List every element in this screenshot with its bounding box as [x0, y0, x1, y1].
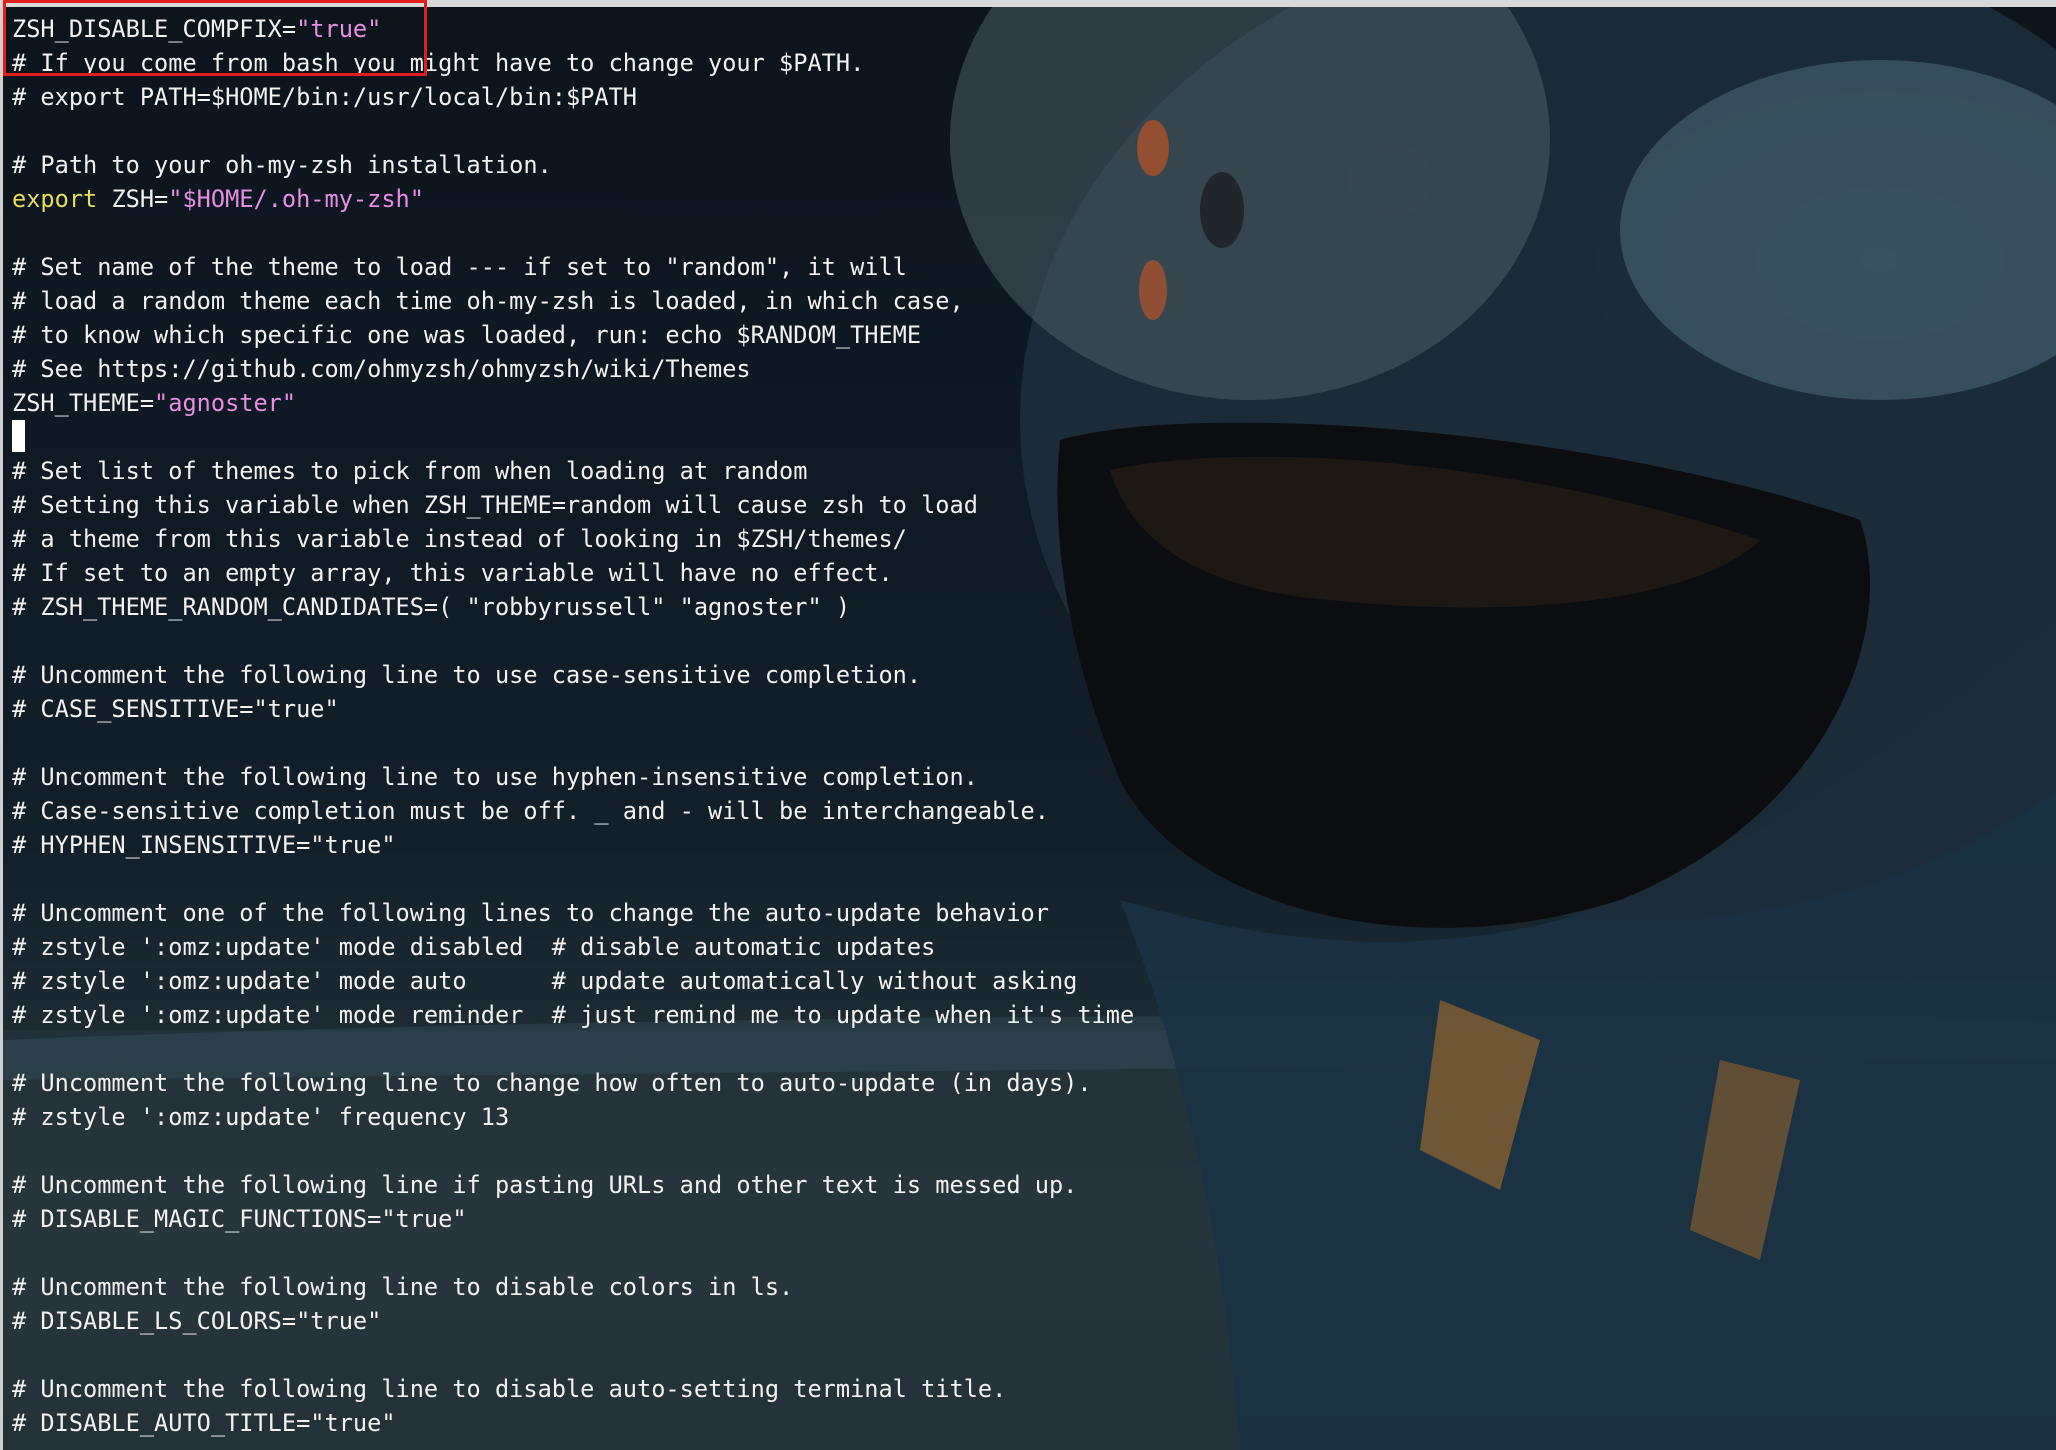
- text-token: # Set name of the theme to load --- if s…: [12, 253, 907, 281]
- editor-line[interactable]: # ZSH_THEME_RANDOM_CANDIDATES=( "robbyru…: [12, 590, 1134, 624]
- editor-line[interactable]: [12, 1236, 1134, 1270]
- text-token: # Uncomment the following line to change…: [12, 1069, 1092, 1097]
- helmet-dot-3: [1139, 260, 1167, 320]
- editor-line[interactable]: # Uncomment the following line to use hy…: [12, 760, 1134, 794]
- editor-line[interactable]: # Uncomment the following line to disabl…: [12, 1270, 1134, 1304]
- text-token: # to know which specific one was loaded,…: [12, 321, 922, 349]
- editor-line[interactable]: # Case-sensitive completion must be off.…: [12, 794, 1134, 828]
- vim-editor-buffer[interactable]: ZSH_DISABLE_COMPFIX="true" # If you come …: [12, 12, 1134, 1440]
- editor-line[interactable]: # Uncomment the following line to change…: [12, 1066, 1134, 1100]
- text-token: ZSH=: [97, 185, 169, 213]
- text-token: # DISABLE_AUTO_TITLE="true": [12, 1409, 396, 1437]
- text-token: # If you come from bash you might have t…: [12, 49, 865, 77]
- text-token: # Uncomment the following line to use ca…: [12, 661, 922, 689]
- text-token: # Uncomment one of the following lines t…: [12, 899, 1049, 927]
- editor-line[interactable]: # zstyle ':omz:update' mode disabled # d…: [12, 930, 1134, 964]
- terminal-window[interactable]: ZSH_DISABLE_COMPFIX="true" # If you come …: [0, 0, 2056, 1450]
- text-token: # ZSH_THEME_RANDOM_CANDIDATES=( "robbyru…: [12, 593, 851, 621]
- editor-line[interactable]: # Uncomment the following line to use ca…: [12, 658, 1134, 692]
- text-token: # HYPHEN_INSENSITIVE="true": [12, 831, 396, 859]
- editor-line[interactable]: # Uncomment the following line if pastin…: [12, 1168, 1134, 1202]
- editor-line[interactable]: [12, 1338, 1134, 1372]
- text-token: # Path to your oh-my-zsh installation.: [12, 151, 552, 179]
- editor-line[interactable]: [12, 624, 1134, 658]
- editor-line[interactable]: # DISABLE_LS_COLORS="true": [12, 1304, 1134, 1338]
- editor-line[interactable]: # If you come from bash you might have t…: [12, 46, 1134, 80]
- window-left-edge: [0, 7, 3, 1450]
- editor-line[interactable]: # If set to an empty array, this variabl…: [12, 556, 1134, 590]
- keyword-token: export: [12, 185, 98, 213]
- text-token: # Case-sensitive completion must be off.…: [12, 797, 1049, 825]
- editor-line[interactable]: # to know which specific one was loaded,…: [12, 318, 1134, 352]
- editor-line[interactable]: # Set name of the theme to load --- if s…: [12, 250, 1134, 284]
- editor-line[interactable]: # Path to your oh-my-zsh installation.: [12, 148, 1134, 182]
- editor-line[interactable]: # HYPHEN_INSENSITIVE="true": [12, 828, 1134, 862]
- editor-line[interactable]: # load a random theme each time oh-my-zs…: [12, 284, 1134, 318]
- editor-line[interactable]: [12, 216, 1134, 250]
- editor-line[interactable]: [12, 1134, 1134, 1168]
- window-top-edge: [0, 0, 2056, 7]
- text-cursor: [12, 420, 25, 452]
- text-token: # Uncomment the following line to disabl…: [12, 1375, 1007, 1403]
- editor-line[interactable]: # See https://github.com/ohmyzsh/ohmyzsh…: [12, 352, 1134, 386]
- text-token: # Uncomment the following line to use hy…: [12, 763, 978, 791]
- editor-line[interactable]: [12, 726, 1134, 760]
- editor-line[interactable]: # Set list of themes to pick from when l…: [12, 454, 1134, 488]
- text-token: # export PATH=$HOME/bin:/usr/local/bin:$…: [12, 83, 638, 111]
- editor-line[interactable]: # Uncomment one of the following lines t…: [12, 896, 1134, 930]
- editor-line[interactable]: ZSH_DISABLE_COMPFIX="true": [12, 12, 1134, 46]
- text-token: # Uncomment the following line if pastin…: [12, 1171, 1078, 1199]
- text-token: # zstyle ':omz:update' frequency 13: [12, 1103, 510, 1131]
- editor-line[interactable]: ZSH_THEME="agnoster": [12, 386, 1134, 420]
- text-token: # DISABLE_LS_COLORS="true": [12, 1307, 382, 1335]
- editor-line[interactable]: # a theme from this variable instead of …: [12, 522, 1134, 556]
- text-token: # See https://github.com/ohmyzsh/ohmyzsh…: [12, 355, 751, 383]
- editor-line[interactable]: # zstyle ':omz:update' mode reminder # j…: [12, 998, 1134, 1032]
- string-token: "$HOME/.oh-my-zsh": [168, 185, 424, 213]
- text-token: # Uncomment the following line to disabl…: [12, 1273, 794, 1301]
- string-token: "agnoster": [154, 389, 297, 417]
- editor-line[interactable]: # CASE_SENSITIVE="true": [12, 692, 1134, 726]
- text-token: # load a random theme each time oh-my-zs…: [12, 287, 964, 315]
- text-token: ZSH_DISABLE_COMPFIX=: [12, 15, 297, 43]
- text-token: ZSH_THEME=: [12, 389, 155, 417]
- helmet-dot-1: [1137, 120, 1169, 176]
- text-token: # If set to an empty array, this variabl…: [12, 559, 893, 587]
- editor-line[interactable]: # DISABLE_AUTO_TITLE="true": [12, 1406, 1134, 1440]
- text-token: # zstyle ':omz:update' mode reminder # j…: [12, 1001, 1135, 1029]
- editor-line[interactable]: [12, 114, 1134, 148]
- editor-line[interactable]: # DISABLE_MAGIC_FUNCTIONS="true": [12, 1202, 1134, 1236]
- editor-line[interactable]: # zstyle ':omz:update' frequency 13: [12, 1100, 1134, 1134]
- text-token: # zstyle ':omz:update' mode auto # updat…: [12, 967, 1078, 995]
- text-token: # Set list of themes to pick from when l…: [12, 457, 808, 485]
- editor-line[interactable]: # zstyle ':omz:update' mode auto # updat…: [12, 964, 1134, 998]
- editor-line[interactable]: [12, 420, 1134, 454]
- editor-line[interactable]: [12, 862, 1134, 896]
- editor-line[interactable]: [12, 1032, 1134, 1066]
- editor-line[interactable]: # Uncomment the following line to disabl…: [12, 1372, 1134, 1406]
- editor-line[interactable]: export ZSH="$HOME/.oh-my-zsh": [12, 182, 1134, 216]
- text-token: # zstyle ':omz:update' mode disabled # d…: [12, 933, 936, 961]
- text-token: # Setting this variable when ZSH_THEME=r…: [12, 491, 978, 519]
- string-token: "true": [296, 15, 382, 43]
- helmet-dot-2: [1200, 172, 1244, 248]
- editor-line[interactable]: # Setting this variable when ZSH_THEME=r…: [12, 488, 1134, 522]
- editor-line[interactable]: # export PATH=$HOME/bin:/usr/local/bin:$…: [12, 80, 1134, 114]
- text-token: # a theme from this variable instead of …: [12, 525, 907, 553]
- text-token: # DISABLE_MAGIC_FUNCTIONS="true": [12, 1205, 467, 1233]
- text-token: # CASE_SENSITIVE="true": [12, 695, 339, 723]
